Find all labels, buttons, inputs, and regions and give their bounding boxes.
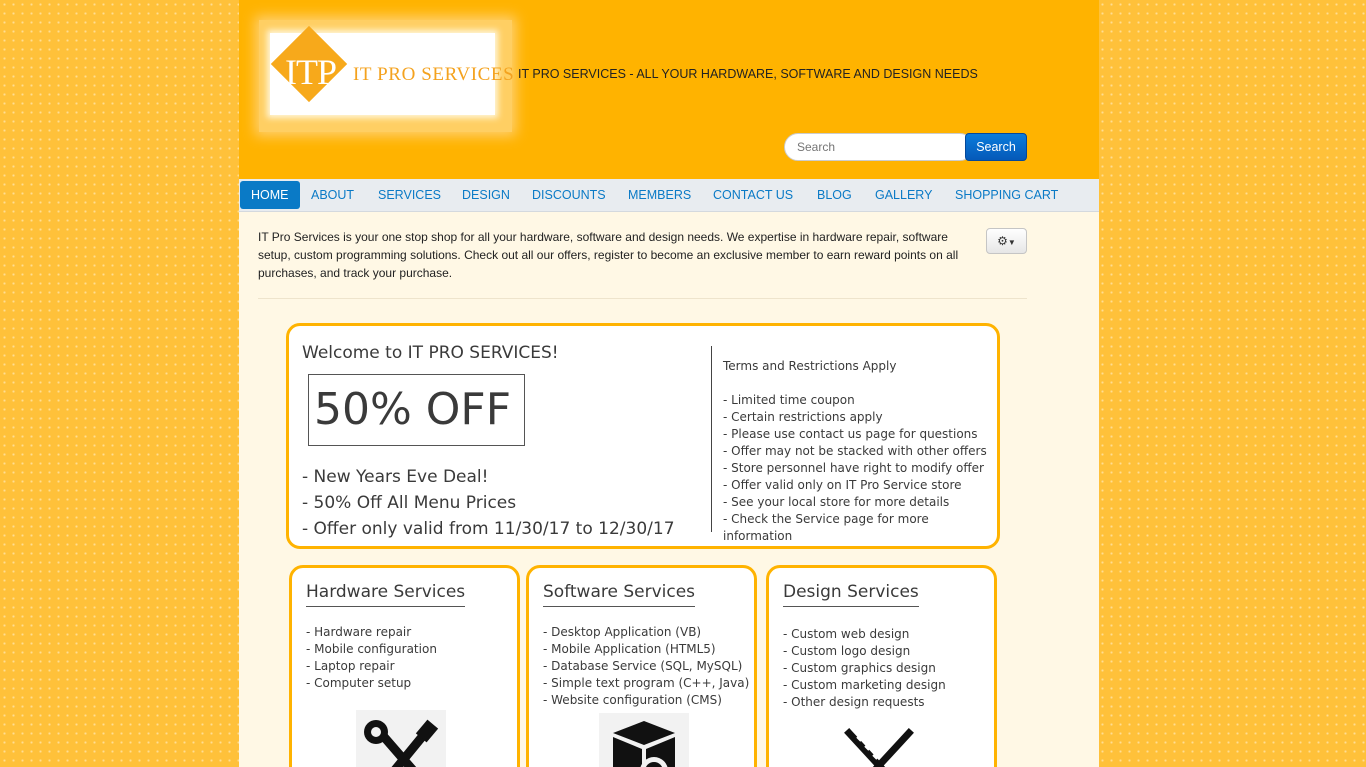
- service-item: - Mobile Application (HTML5): [543, 642, 716, 656]
- promo-deal-line: - 50% Off All Menu Prices: [302, 493, 517, 513]
- service-title: Design Services: [783, 582, 919, 607]
- service-item: - Other design requests: [783, 695, 925, 709]
- software-box-icon: [599, 713, 689, 767]
- service-item: - Simple text program (C++, Java): [543, 676, 750, 690]
- promo-term-item: - Store personnel have right to modify o…: [723, 461, 984, 475]
- promo-term-item: - Certain restrictions apply: [723, 410, 883, 424]
- design-ruler-icon: [844, 728, 914, 767]
- tools-icon: [356, 710, 446, 767]
- gear-icon: ⚙: [997, 234, 1008, 248]
- service-item: - Laptop repair: [306, 659, 395, 673]
- service-title: Hardware Services: [306, 582, 466, 607]
- nav-item-shopping-cart[interactable]: SHOPPING CART: [944, 181, 1069, 209]
- search-input[interactable]: [784, 133, 974, 161]
- service-item: - Database Service (SQL, MySQL): [543, 659, 743, 673]
- main-nav: HOME ABOUT SERVICES DESIGN DISCOUNTS MEM…: [239, 179, 1099, 212]
- service-list: - Custom web design - Custom logo design…: [783, 626, 946, 711]
- promo-terms-title: Terms and Restrictions Apply: [723, 359, 897, 373]
- promo-term-item: - Limited time coupon: [723, 393, 855, 407]
- promo-term-item: - Please use contact us page for questio…: [723, 427, 978, 441]
- service-item: - Website configuration (CMS): [543, 693, 722, 707]
- service-item: - Custom logo design: [783, 644, 911, 658]
- service-item: - Mobile configuration: [306, 642, 437, 656]
- promo-term-item: - See your local store for more details: [723, 495, 950, 509]
- site-logo[interactable]: ITP IT PRO SERVICES: [259, 20, 514, 132]
- nav-item-home[interactable]: HOME: [240, 181, 300, 209]
- nav-item-gallery[interactable]: GALLERY: [864, 181, 943, 209]
- content-divider: [258, 298, 1027, 299]
- site-tagline: IT PRO SERVICES - ALL YOUR HARDWARE, SOF…: [518, 67, 978, 81]
- logo-box: ITP IT PRO SERVICES: [270, 25, 514, 115]
- design-services-card: Design Services - Custom web design - Cu…: [766, 565, 997, 767]
- caret-down-icon: ▼: [1007, 238, 1016, 247]
- promo-deal-line: - New Years Eve Deal!: [302, 467, 489, 487]
- logo-name-text: IT PRO SERVICES: [353, 64, 515, 85]
- service-list: - Desktop Application (VB) - Mobile Appl…: [543, 624, 749, 709]
- nav-item-services[interactable]: SERVICES: [367, 181, 452, 209]
- nav-item-members[interactable]: MEMBERS: [617, 181, 702, 209]
- service-list: - Hardware repair - Mobile configuration…: [306, 624, 437, 692]
- logo-itp-text: ITP: [285, 52, 337, 92]
- promo-term-item: - Check the Service page for more inform…: [723, 512, 929, 543]
- hardware-services-card: Hardware Services - Hardware repair - Mo…: [289, 565, 520, 767]
- promo-separator: [711, 346, 712, 532]
- promo-term-item: - Offer may not be stacked with other of…: [723, 444, 987, 458]
- nav-item-blog[interactable]: BLOG: [806, 181, 863, 209]
- nav-item-discounts[interactable]: DISCOUNTS: [521, 181, 617, 209]
- promo-discount-box: 50% OFF: [308, 374, 525, 446]
- intro-text: IT Pro Services is your one stop shop fo…: [258, 230, 959, 280]
- software-services-card: Software Services - Desktop Application …: [526, 565, 757, 767]
- promo-deal-lines: - New Years Eve Deal! - 50% Off All Menu…: [302, 464, 675, 542]
- service-item: - Custom marketing design: [783, 678, 946, 692]
- site-header: ITP IT PRO SERVICES IT PRO SERVICES - AL…: [239, 0, 1099, 179]
- search-button[interactable]: Search: [965, 133, 1027, 161]
- promo-welcome-text: Welcome to IT PRO SERVICES!: [302, 343, 559, 363]
- promo-term-item: - Offer valid only on IT Pro Service sto…: [723, 478, 962, 492]
- service-item: - Custom graphics design: [783, 661, 936, 675]
- service-item: - Desktop Application (VB): [543, 625, 702, 639]
- nav-item-design[interactable]: DESIGN: [451, 181, 521, 209]
- promo-terms-list: - Limited time coupon - Certain restrict…: [723, 392, 997, 545]
- service-item: - Hardware repair: [306, 625, 412, 639]
- service-item: - Custom web design: [783, 627, 910, 641]
- nav-item-about[interactable]: ABOUT: [300, 181, 365, 209]
- service-item: - Computer setup: [306, 676, 412, 690]
- service-title: Software Services: [543, 582, 696, 607]
- page-container: ITP IT PRO SERVICES IT PRO SERVICES - AL…: [239, 0, 1099, 767]
- promo-deal-line: - Offer only valid from 11/30/17 to 12/3…: [302, 519, 675, 539]
- settings-dropdown-button[interactable]: ⚙▼: [986, 228, 1027, 254]
- nav-item-contact-us[interactable]: CONTACT US: [702, 181, 804, 209]
- promo-banner: Welcome to IT PRO SERVICES! 50% OFF - Ne…: [286, 323, 1000, 549]
